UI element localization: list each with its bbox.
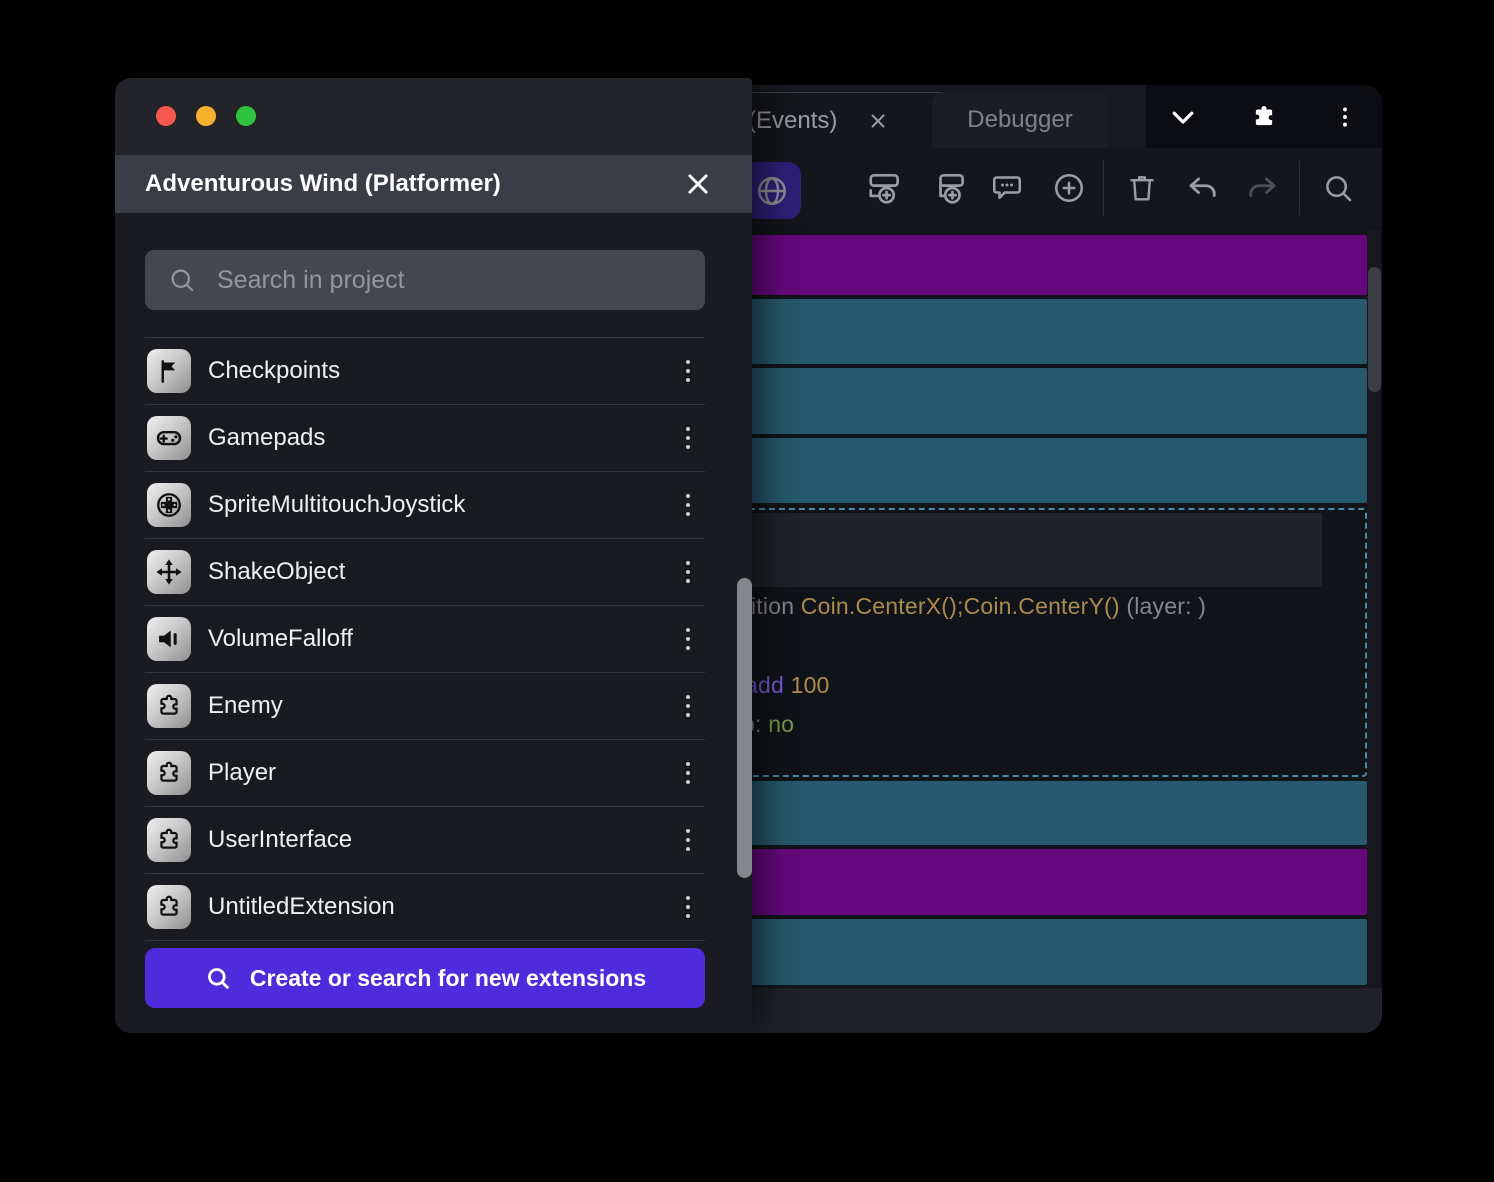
list-item-label: SpriteMultitouchJoystick (208, 491, 671, 519)
trash-icon (1125, 171, 1159, 205)
event-row[interactable] (735, 235, 1367, 295)
list-item-shakeobject[interactable]: ShakeObject (145, 538, 705, 605)
item-menu-kebab-icon[interactable] (671, 820, 705, 860)
toolbar-divider (1103, 161, 1104, 215)
item-menu-kebab-icon[interactable] (671, 418, 705, 458)
action-expression: Coin.CenterX();Coin.CenterY() (801, 593, 1120, 619)
puzzle-icon (147, 885, 191, 929)
tab-debugger-label: Debugger (967, 106, 1072, 134)
joystick-icon (147, 483, 191, 527)
kebab-menu-icon[interactable] (1326, 98, 1364, 136)
move-arrows-icon (147, 550, 191, 594)
close-icon (683, 169, 713, 199)
list-item-player[interactable]: Player (145, 739, 705, 806)
undo-button[interactable] (1179, 164, 1227, 212)
list-item-checkpoints[interactable]: Checkpoints (145, 337, 705, 404)
list-item-label: Player (208, 759, 671, 787)
puzzle-icon (147, 818, 191, 862)
event-row[interactable] (735, 919, 1367, 985)
close-dialog-button[interactable] (680, 166, 716, 202)
list-item-label: UntitledExtension (208, 893, 671, 921)
list-item-userinterface[interactable]: UserInterface (145, 806, 705, 873)
extensions-puzzle-icon[interactable] (1245, 98, 1283, 136)
action-text-suffix: (layer: ) (1126, 593, 1206, 619)
add-circle-icon (1051, 170, 1087, 206)
add-event-icon (866, 169, 904, 207)
tab-close-icon[interactable] (863, 106, 893, 136)
project-title: Adventurous Wind (Platformer) (145, 170, 501, 198)
puzzle-icon (147, 751, 191, 795)
list-item-volumefalloff[interactable]: VolumeFalloff (145, 605, 705, 672)
action-value: 100 (791, 672, 830, 698)
selected-event-block[interactable]: ition Coin.CenterX();Coin.CenterY() (lay… (735, 508, 1367, 777)
screenshot-stage: (Events) Debugger (0, 0, 1494, 1182)
event-row[interactable] (735, 438, 1367, 503)
add-comment-icon (989, 170, 1025, 206)
item-menu-kebab-icon[interactable] (671, 619, 705, 659)
add-subevent-icon (931, 169, 969, 207)
search-events-button[interactable] (1314, 164, 1362, 212)
event-row[interactable] (735, 849, 1367, 915)
tab-events-label: (Events) (748, 107, 837, 135)
project-manager-dialog: Adventurous Wind (Platformer) Checkpoint… (115, 78, 752, 1033)
event-action-line: add 100 (745, 672, 830, 699)
redo-button[interactable] (1238, 164, 1286, 212)
project-search-box[interactable] (145, 250, 705, 310)
zoom-traffic-light[interactable] (236, 106, 256, 126)
dialog-scrollbar-thumb[interactable] (737, 578, 752, 878)
event-condition-panel (740, 513, 1322, 587)
add-circle-button[interactable] (1045, 164, 1093, 212)
event-row[interactable] (735, 781, 1367, 845)
create-extension-label: Create or search for new extensions (250, 965, 646, 992)
event-row[interactable] (735, 368, 1367, 434)
create-extension-button[interactable]: Create or search for new extensions (145, 948, 705, 1008)
close-traffic-light[interactable] (156, 106, 176, 126)
search-icon (1321, 171, 1355, 205)
item-menu-kebab-icon[interactable] (671, 753, 705, 793)
tab-debugger[interactable]: Debugger (932, 92, 1108, 148)
list-item-label: Checkpoints (208, 357, 671, 385)
action-text-prefix: ition (751, 593, 794, 619)
scrollbar-thumb[interactable] (1368, 267, 1381, 392)
item-menu-kebab-icon[interactable] (671, 485, 705, 525)
toolbar-divider (1299, 161, 1300, 215)
list-item-label: Gamepads (208, 424, 671, 452)
dialog-titlebar (115, 78, 752, 155)
add-subevent-button[interactable] (926, 164, 974, 212)
extensions-list: Checkpoints Gamepads SpriteMultitouchJoy… (145, 337, 705, 941)
event-row[interactable] (735, 299, 1367, 364)
flag-icon (147, 349, 191, 393)
list-item-label: Enemy (208, 692, 671, 720)
item-menu-kebab-icon[interactable] (671, 351, 705, 391)
delete-button[interactable] (1118, 164, 1166, 212)
event-action-line: ition Coin.CenterX();Coin.CenterY() (lay… (751, 593, 1206, 620)
dialog-body: Checkpoints Gamepads SpriteMultitouchJoy… (115, 213, 752, 1033)
item-menu-kebab-icon[interactable] (671, 686, 705, 726)
speaker-icon (147, 617, 191, 661)
minimize-traffic-light[interactable] (196, 106, 216, 126)
item-menu-kebab-icon[interactable] (671, 887, 705, 927)
list-item-untitledextension[interactable]: UntitledExtension (145, 873, 705, 941)
puzzle-icon (147, 684, 191, 728)
list-item-spritemultitouchjoystick[interactable]: SpriteMultitouchJoystick (145, 471, 705, 538)
action-value: no (768, 711, 794, 737)
redo-icon (1244, 170, 1280, 206)
list-item-gamepads[interactable]: Gamepads (145, 404, 705, 471)
search-input[interactable] (215, 265, 705, 296)
globe-icon (754, 173, 790, 209)
search-icon (204, 964, 232, 992)
item-menu-kebab-icon[interactable] (671, 552, 705, 592)
chevron-down-icon[interactable] (1164, 98, 1202, 136)
search-icon (167, 265, 197, 295)
list-item-label: VolumeFalloff (208, 625, 671, 653)
undo-icon (1185, 170, 1221, 206)
gamepad-icon (147, 416, 191, 460)
add-event-button[interactable] (861, 164, 909, 212)
dialog-header: Adventurous Wind (Platformer) (115, 155, 752, 213)
list-item-label: UserInterface (208, 826, 671, 854)
add-comment-button[interactable] (983, 164, 1031, 212)
tab-bar-right-section (1146, 85, 1382, 148)
list-item-enemy[interactable]: Enemy (145, 672, 705, 739)
list-item-label: ShakeObject (208, 558, 671, 586)
